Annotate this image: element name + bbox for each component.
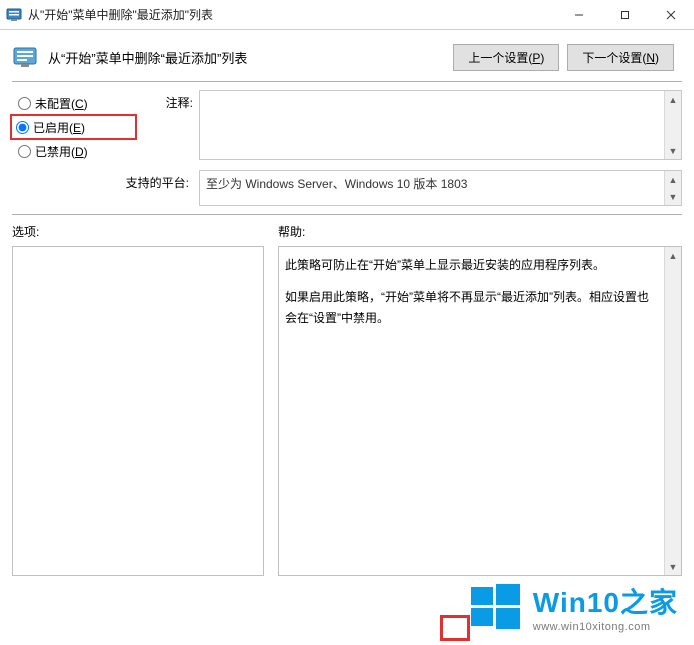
watermark: Win10之家 www.win10xitong.com — [467, 579, 678, 635]
minimize-button[interactable] — [556, 0, 602, 29]
radio-enabled[interactable]: 已启用(E) — [10, 114, 137, 140]
comment-textarea[interactable] — [200, 91, 664, 159]
titlebar: 从"开始"菜单中删除"最近添加"列表 — [0, 0, 694, 30]
scroll-up-icon[interactable]: ▲ — [665, 171, 681, 188]
options-label: 选项: — [12, 223, 264, 240]
supported-on-text: 至少为 Windows Server、Windows 10 版本 1803 — [200, 171, 664, 205]
scrollbar[interactable]: ▲ ▼ — [664, 171, 681, 205]
radio-not-configured[interactable]: 未配置(C) — [12, 90, 137, 116]
supported-on-field: 至少为 Windows Server、Windows 10 版本 1803 ▲ … — [199, 170, 682, 206]
scroll-up-icon[interactable]: ▲ — [665, 91, 681, 108]
header: 从“开始”菜单中删除“最近添加”列表 上一个设置(P) 下一个设置(N) — [0, 30, 694, 81]
help-panel: 此策略可防止在“开始”菜单上显示最近安装的应用程序列表。 如果启用此策略，“开始… — [278, 246, 682, 576]
scrollbar[interactable]: ▲ ▼ — [664, 247, 681, 575]
radio-not-configured-input[interactable] — [18, 97, 31, 110]
scroll-down-icon[interactable]: ▼ — [665, 142, 681, 159]
radio-enabled-input[interactable] — [16, 121, 29, 134]
radio-disabled[interactable]: 已禁用(D) — [12, 138, 137, 164]
options-panel — [12, 246, 264, 576]
platform-label: 支持的平台: — [12, 170, 193, 191]
ok-button-highlight — [440, 615, 470, 641]
help-paragraph: 此策略可防止在“开始”菜单上显示最近安装的应用程序列表。 — [285, 255, 658, 275]
scrollbar[interactable]: ▲ ▼ — [664, 91, 681, 159]
help-text: 此策略可防止在“开始”菜单上显示最近安装的应用程序列表。 如果启用此策略，“开始… — [279, 247, 664, 575]
help-label: 帮助: — [278, 223, 682, 240]
scroll-up-icon[interactable]: ▲ — [665, 247, 681, 264]
gpedit-icon — [6, 7, 22, 23]
divider — [12, 81, 682, 82]
next-setting-button[interactable]: 下一个设置(N) — [567, 44, 674, 71]
scroll-down-icon[interactable]: ▼ — [665, 188, 681, 205]
policy-name: 从“开始”菜单中删除“最近添加”列表 — [48, 48, 443, 67]
watermark-url: www.win10xitong.com — [533, 621, 651, 633]
windows-logo-icon — [467, 579, 523, 635]
radio-disabled-input[interactable] — [18, 145, 31, 158]
divider — [12, 214, 682, 215]
previous-setting-button[interactable]: 上一个设置(P) — [453, 44, 559, 71]
scroll-down-icon[interactable]: ▼ — [665, 558, 681, 575]
policy-icon — [12, 45, 38, 71]
comment-field[interactable]: ▲ ▼ — [199, 90, 682, 160]
maximize-button[interactable] — [602, 0, 648, 29]
window-title: 从"开始"菜单中删除"最近添加"列表 — [28, 6, 556, 23]
watermark-brand: Win10之家 — [533, 581, 678, 621]
close-button[interactable] — [648, 0, 694, 29]
comment-label: 注释: — [143, 90, 193, 111]
help-paragraph: 如果启用此策略，“开始”菜单将不再显示“最近添加”列表。相应设置也会在“设置”中… — [285, 287, 658, 328]
